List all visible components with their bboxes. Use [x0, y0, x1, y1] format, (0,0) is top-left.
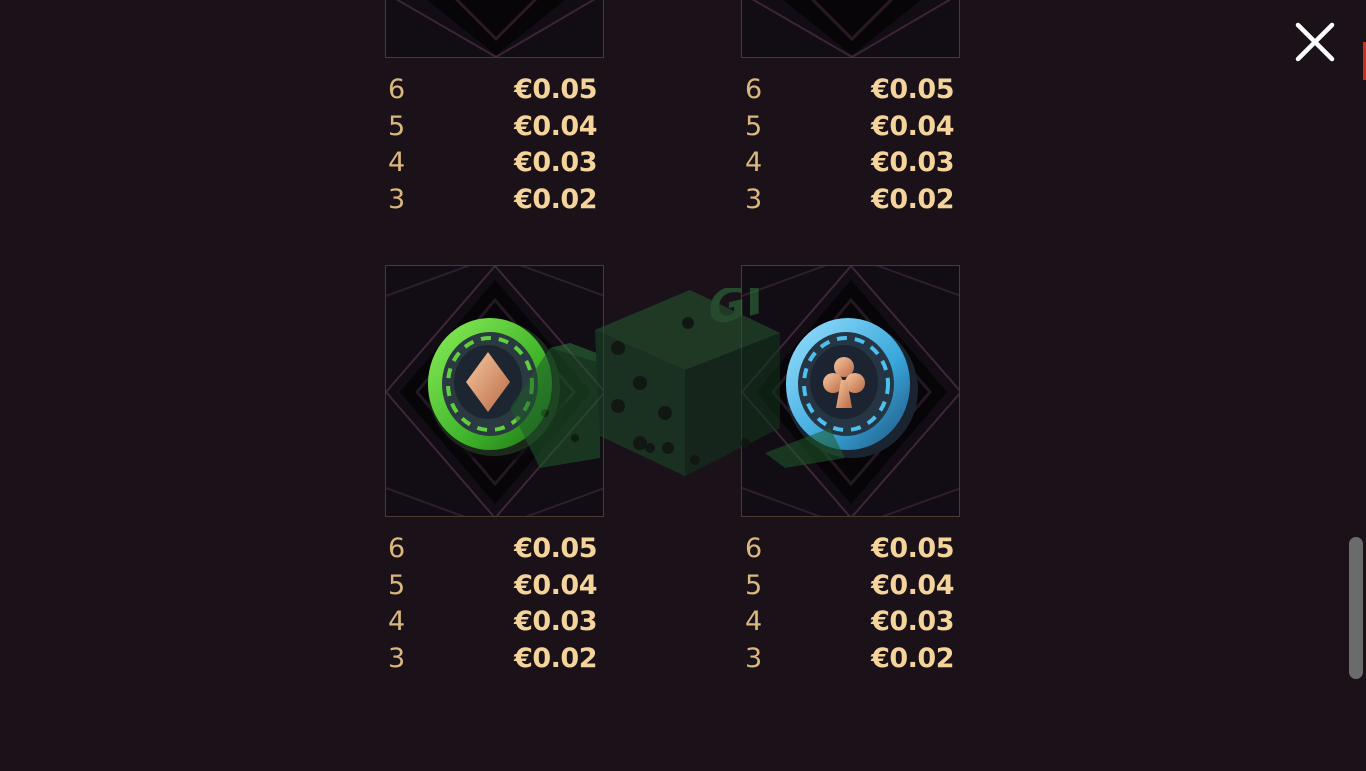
pay-row: 3 €0.02	[385, 182, 601, 219]
symbol-count: 5	[388, 110, 406, 142]
payout-amount: €0.04	[514, 569, 597, 601]
pay-row: 6 €0.05	[742, 531, 958, 568]
pay-row: 5 €0.04	[385, 109, 601, 146]
payout-amount: €0.04	[871, 110, 954, 142]
symbol-card-top-left	[385, 0, 604, 58]
symbol-count: 6	[745, 533, 763, 564]
paytable-top-right: 6 €0.05 5 €0.04 4 €0.03 3 €0.02	[742, 72, 958, 219]
payout-amount: €0.02	[514, 643, 597, 675]
payout-amount: €0.02	[871, 643, 954, 675]
symbol-count: 6	[388, 533, 406, 564]
paytable-blue-club: 6 €0.05 5 €0.04 4 €0.03 3 €0.02	[742, 531, 958, 678]
symbol-count: 5	[745, 569, 763, 601]
close-icon	[1295, 22, 1335, 62]
pay-row: 5 €0.04	[742, 568, 958, 605]
symbol-count: 6	[388, 74, 406, 105]
pay-row: 4 €0.03	[385, 145, 601, 182]
card-pattern-icon	[742, 0, 959, 57]
paytable-green-diamond: 6 €0.05 5 €0.04 4 €0.03 3 €0.02	[385, 531, 601, 678]
paytable-top-left: 6 €0.05 5 €0.04 4 €0.03 3 €0.02	[385, 72, 601, 219]
payout-amount: €0.03	[871, 606, 954, 638]
pay-row: 6 €0.05	[742, 72, 958, 109]
blue-club-chip-icon	[742, 266, 959, 516]
pay-row: 4 €0.03	[742, 604, 958, 641]
pay-row: 3 €0.02	[742, 641, 958, 678]
scrollbar-thumb[interactable]	[1349, 537, 1363, 679]
symbol-count: 6	[745, 74, 763, 105]
symbol-count: 3	[745, 643, 763, 675]
payout-amount: €0.02	[871, 184, 954, 216]
close-button[interactable]	[1292, 19, 1338, 65]
pay-row: 3 €0.02	[742, 182, 958, 219]
payout-amount: €0.05	[871, 533, 954, 564]
pay-row: 5 €0.04	[742, 109, 958, 146]
symbol-count: 3	[388, 184, 406, 216]
symbol-count: 3	[388, 643, 406, 675]
payout-amount: €0.05	[514, 74, 597, 105]
pay-row: 4 €0.03	[742, 145, 958, 182]
card-pattern-icon	[386, 0, 603, 57]
symbol-count: 4	[745, 606, 763, 638]
symbol-card-blue-club	[741, 265, 960, 517]
symbol-card-green-diamond	[385, 265, 604, 517]
symbol-count: 5	[745, 110, 763, 142]
payout-amount: €0.04	[871, 569, 954, 601]
symbol-count: 4	[388, 606, 406, 638]
payout-amount: €0.03	[514, 147, 597, 179]
paytable-screen[interactable]: 6 €0.05 5 €0.04 4 €0.03 3 €0.02 6 €0.05 …	[0, 0, 1366, 771]
symbol-count: 4	[388, 147, 406, 179]
pay-row: 6 €0.05	[385, 72, 601, 109]
symbol-count: 3	[745, 184, 763, 216]
green-diamond-chip-icon	[386, 266, 603, 516]
symbol-card-top-right	[741, 0, 960, 58]
payout-amount: €0.04	[514, 110, 597, 142]
payout-amount: €0.05	[871, 74, 954, 105]
payout-amount: €0.03	[514, 606, 597, 638]
pay-row: 6 €0.05	[385, 531, 601, 568]
payout-amount: €0.02	[514, 184, 597, 216]
symbol-count: 4	[745, 147, 763, 179]
pay-row: 4 €0.03	[385, 604, 601, 641]
symbol-count: 5	[388, 569, 406, 601]
payout-amount: €0.05	[514, 533, 597, 564]
pay-row: 5 €0.04	[385, 568, 601, 605]
payout-amount: €0.03	[871, 147, 954, 179]
pay-row: 3 €0.02	[385, 641, 601, 678]
